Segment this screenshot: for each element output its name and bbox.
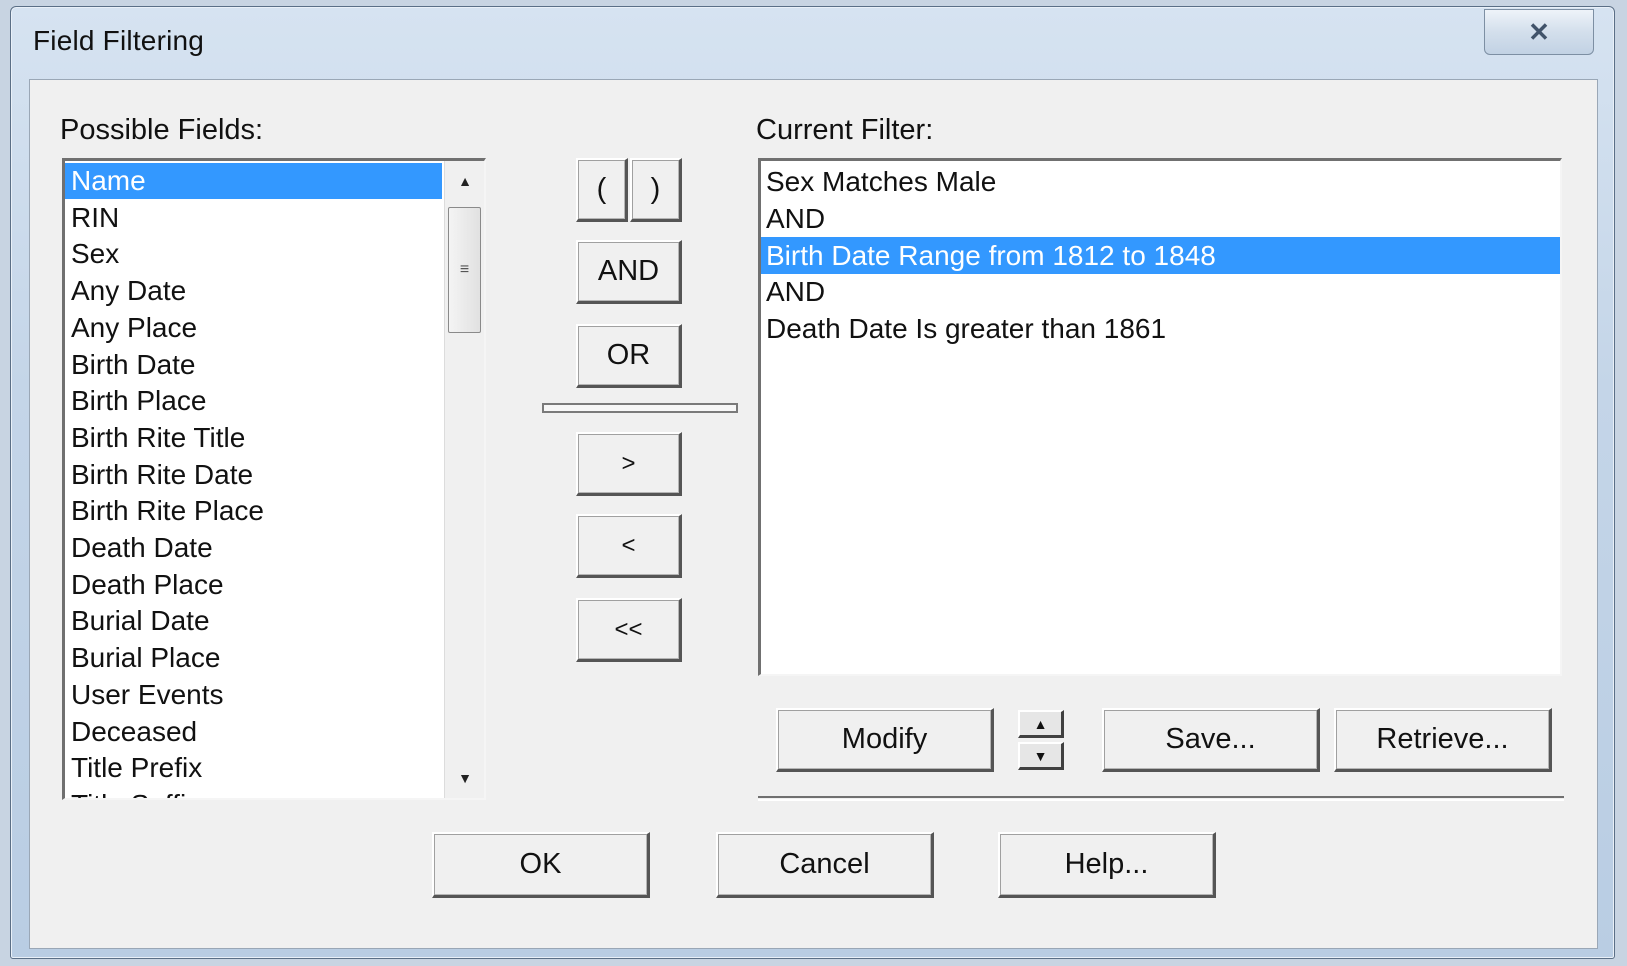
field-list-item[interactable]: Birth Rite Title bbox=[65, 420, 435, 456]
current-filter-list[interactable]: Sex Matches Male AND Birth Date Range from… bbox=[758, 158, 1562, 676]
cancel-button[interactable]: Cancel bbox=[716, 832, 934, 898]
scroll-down-icon[interactable]: ▼ bbox=[445, 760, 484, 796]
reorder-spinner: ▲ ▼ bbox=[1018, 710, 1064, 772]
and-button[interactable]: AND bbox=[576, 240, 682, 304]
up-arrow-icon: ▲ bbox=[1033, 715, 1048, 732]
possible-fields-list[interactable]: Name RIN Sex Any Date Any Place Birth Date Bir… bbox=[62, 158, 486, 800]
field-list-item[interactable]: Death Date bbox=[65, 530, 435, 566]
field-list-item[interactable]: Any Place bbox=[65, 310, 435, 346]
operator-separator bbox=[542, 403, 738, 413]
field-list-item[interactable]: Birth Place bbox=[65, 383, 435, 419]
filter-condition-line[interactable]: Sex Matches Male bbox=[761, 163, 996, 200]
retrieve-button[interactable]: Retrieve... bbox=[1334, 708, 1552, 772]
field-list-item[interactable]: Deceased bbox=[65, 714, 435, 750]
filter-condition-line[interactable]: Birth Date Range from 1812 to 1848 bbox=[761, 236, 1560, 274]
save-button[interactable]: Save... bbox=[1102, 708, 1320, 772]
field-list-item[interactable]: User Events bbox=[65, 677, 435, 713]
field-list-item[interactable]: Title Prefix bbox=[65, 750, 435, 786]
scroll-thumb[interactable]: ≡ bbox=[448, 207, 481, 333]
footer-separator bbox=[758, 796, 1564, 801]
remove-field-button[interactable]: < bbox=[576, 514, 682, 578]
title-bar[interactable]: Field Filtering ✕ bbox=[11, 7, 1614, 79]
scroll-up-icon[interactable]: ▲ bbox=[445, 163, 484, 199]
close-paren-button[interactable]: ) bbox=[630, 158, 682, 222]
or-button[interactable]: OR bbox=[576, 324, 682, 388]
add-field-button[interactable]: > bbox=[576, 432, 682, 496]
field-list-item[interactable]: Burial Place bbox=[65, 640, 435, 676]
field-list-item[interactable]: Burial Date bbox=[65, 603, 435, 639]
current-filter-label: Current Filter: bbox=[756, 114, 934, 146]
field-list-item[interactable]: Sex bbox=[65, 236, 435, 272]
grip-icon: ≡ bbox=[459, 261, 470, 278]
possible-fields-scrollbar[interactable]: ▲ ≡ ▼ bbox=[444, 161, 484, 798]
dialog-client-area: Possible Fields: Name RIN Sex Any Date Any P… bbox=[29, 79, 1598, 949]
field-filtering-dialog: Field Filtering ✕ Possible Fields: Name R… bbox=[10, 6, 1615, 959]
close-button[interactable]: ✕ bbox=[1484, 9, 1594, 55]
field-list-item[interactable]: RIN bbox=[65, 200, 435, 236]
field-list-item[interactable]: Death Place bbox=[65, 567, 435, 603]
close-icon: ✕ bbox=[1528, 16, 1550, 47]
filter-condition-line[interactable]: AND bbox=[761, 200, 825, 237]
field-list-item[interactable]: Birth Rite Date bbox=[65, 457, 435, 493]
move-down-button[interactable]: ▼ bbox=[1018, 742, 1064, 770]
field-list-item[interactable]: Any Date bbox=[65, 273, 435, 309]
field-list-item[interactable]: Birth Date bbox=[65, 347, 435, 383]
remove-all-button[interactable]: << bbox=[576, 598, 682, 662]
help-button[interactable]: Help... bbox=[998, 832, 1216, 898]
ok-button[interactable]: OK bbox=[432, 832, 650, 898]
possible-fields-label: Possible Fields: bbox=[60, 114, 264, 146]
modify-button[interactable]: Modify bbox=[776, 708, 994, 772]
down-arrow-icon: ▼ bbox=[1033, 747, 1048, 764]
filter-condition-line[interactable]: Death Date Is greater than 1861 bbox=[761, 310, 1166, 347]
dialog-title: Field Filtering bbox=[33, 25, 205, 56]
field-list-item[interactable]: Title Suffix bbox=[65, 787, 435, 798]
move-up-button[interactable]: ▲ bbox=[1018, 710, 1064, 738]
filter-condition-line[interactable]: AND bbox=[761, 273, 825, 310]
field-list-item[interactable]: Name bbox=[65, 163, 442, 199]
field-list-item[interactable]: Birth Rite Place bbox=[65, 493, 435, 529]
open-paren-button[interactable]: ( bbox=[576, 158, 628, 222]
